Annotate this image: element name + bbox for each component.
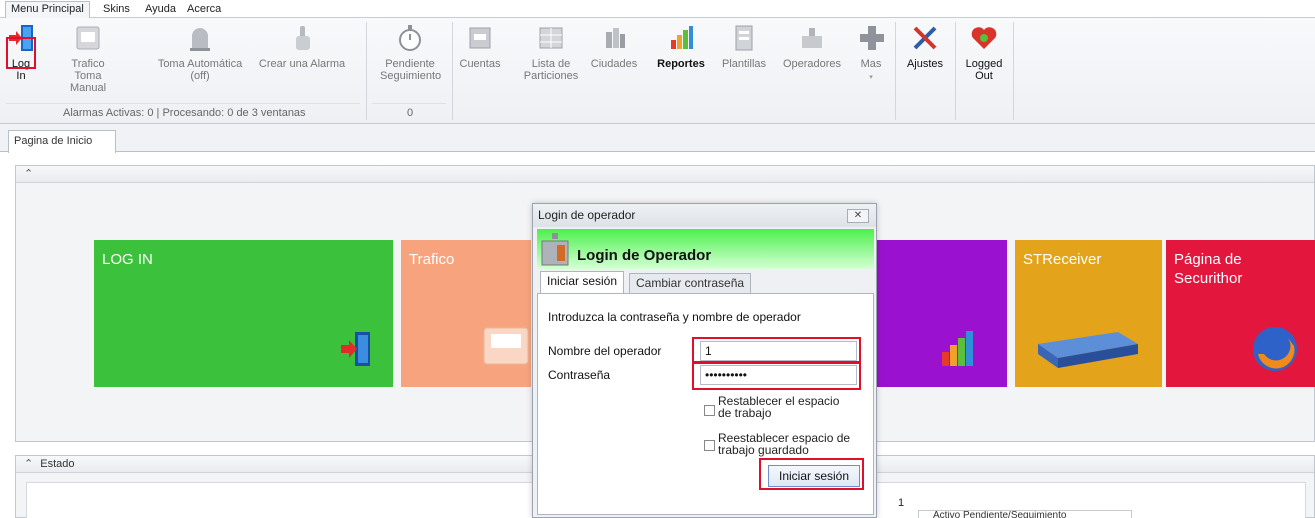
group-divider — [955, 22, 956, 120]
receiver-device-icon — [1038, 332, 1138, 368]
pendiente-count: 0 — [407, 107, 414, 119]
inbox-tray-icon — [483, 327, 529, 365]
bar-chart-icon — [671, 26, 693, 49]
pendiente-button[interactable]: Pendiente Seguimiento — [380, 22, 441, 104]
group-divider — [1013, 22, 1014, 120]
bar-chart-icon — [942, 331, 973, 366]
restablecer-checkbox[interactable] — [704, 405, 715, 416]
tab-cambiar-contrasena[interactable]: Cambiar contraseña — [629, 273, 752, 294]
reestablecer-guardado-checkbox[interactable] — [704, 440, 715, 451]
siren-icon — [190, 28, 210, 51]
ciudades-button[interactable]: Ciudades — [588, 22, 640, 104]
menu-tab-skins[interactable]: Skins — [98, 2, 135, 18]
ribbon: Log In Trafico Toma Manual Toma Automáti… — [0, 18, 1315, 124]
tile-securithor[interactable]: Página de Securithor — [1166, 240, 1315, 387]
tile-login[interactable]: LOG IN — [94, 240, 393, 387]
dialog-title: Login de operador — [533, 204, 876, 227]
group-divider — [452, 22, 453, 120]
group-divider — [895, 22, 896, 120]
dialog-banner: Login de Operador — [537, 229, 874, 269]
menu-tab-ayuda[interactable]: Ayuda — [140, 2, 181, 18]
restablecer-label: Restablecer el espacio de trabajo — [718, 394, 840, 420]
menu-tab-acerca[interactable]: Acerca — [182, 2, 226, 18]
tools-icon — [913, 26, 937, 50]
crear-alarma-button[interactable]: Crear una Alarma — [257, 22, 347, 104]
operator-badge-icon — [541, 233, 569, 266]
grid-icon — [539, 27, 563, 49]
collapse-chevron-icon[interactable]: ⌃ — [24, 458, 33, 470]
particiones-button[interactable]: Lista de Particiones — [523, 22, 579, 104]
tab-iniciar-sesion[interactable]: Iniciar sesión — [540, 271, 625, 294]
hand-pointer-icon — [296, 26, 310, 50]
group-separator-line — [6, 103, 360, 104]
tile-streceiver[interactable]: STReceiver — [1015, 240, 1162, 387]
tile-trafico[interactable]: Trafico — [401, 240, 531, 387]
estado-axis-value: 1 — [898, 497, 905, 509]
ajustes-button[interactable]: Ajustes — [901, 22, 949, 104]
alarm-status-label: Alarmas Activas: 0 | Procesando: 0 de 3 … — [63, 107, 306, 119]
estado-legend: Activo Pendiente/Seguimiento — [918, 510, 1132, 518]
operadores-button[interactable]: Operadores — [779, 22, 845, 104]
plantillas-button[interactable]: Plantillas — [715, 22, 773, 104]
toma-automatica-button[interactable]: Toma Automática (off) — [150, 22, 250, 104]
document-tab-strip: Pagina de Inicio — [0, 124, 1315, 153]
accounts-icon — [469, 27, 491, 49]
password-label: Contraseña — [548, 368, 611, 382]
trafico-button[interactable]: Trafico Toma Manual — [58, 22, 118, 104]
mas-button[interactable]: Mas ▾ — [856, 22, 886, 104]
menu-bar: Menu Principal Skins Ayuda Acerca — [0, 0, 1315, 19]
highlight-submit-button — [759, 458, 864, 490]
plus-icon — [860, 26, 884, 50]
group-divider — [366, 22, 367, 120]
logged-out-status[interactable]: Logged Out — [961, 22, 1007, 104]
group-separator-line — [372, 103, 446, 104]
operator-label: Nombre del operador — [548, 344, 662, 358]
city-icon — [606, 28, 625, 48]
tile-reportes[interactable] — [877, 240, 1007, 387]
close-icon[interactable]: ✕ — [847, 209, 869, 223]
firefox-icon — [1253, 327, 1297, 371]
template-icon — [735, 25, 753, 51]
operators-icon — [802, 28, 822, 48]
collapse-chevron-icon[interactable]: ⌃ — [24, 168, 33, 180]
login-door-icon — [341, 332, 370, 366]
dialog-banner-title: Login de Operador — [577, 247, 712, 264]
dialog-instructions: Introduzca la contraseña y nombre de ope… — [548, 310, 801, 324]
highlight-login — [6, 37, 36, 69]
home-panel-header[interactable]: ⌃ — [16, 166, 1314, 183]
menu-tab-principal[interactable]: Menu Principal — [5, 1, 90, 19]
tab-pagina-de-inicio[interactable]: Pagina de Inicio — [8, 130, 116, 153]
highlight-operator-input — [692, 337, 861, 363]
mas-dropdown-icon: ▾ — [869, 74, 873, 81]
inbox-tray-icon — [76, 26, 100, 50]
cuentas-button[interactable]: Cuentas — [458, 22, 502, 104]
stopwatch-icon — [399, 25, 421, 51]
reestablecer-guardado-label: Reestablecer espacio de trabajo guardado — [718, 431, 851, 457]
reportes-button[interactable]: Reportes — [653, 22, 709, 104]
highlight-password-input — [692, 362, 861, 390]
heart-status-icon — [971, 27, 997, 49]
